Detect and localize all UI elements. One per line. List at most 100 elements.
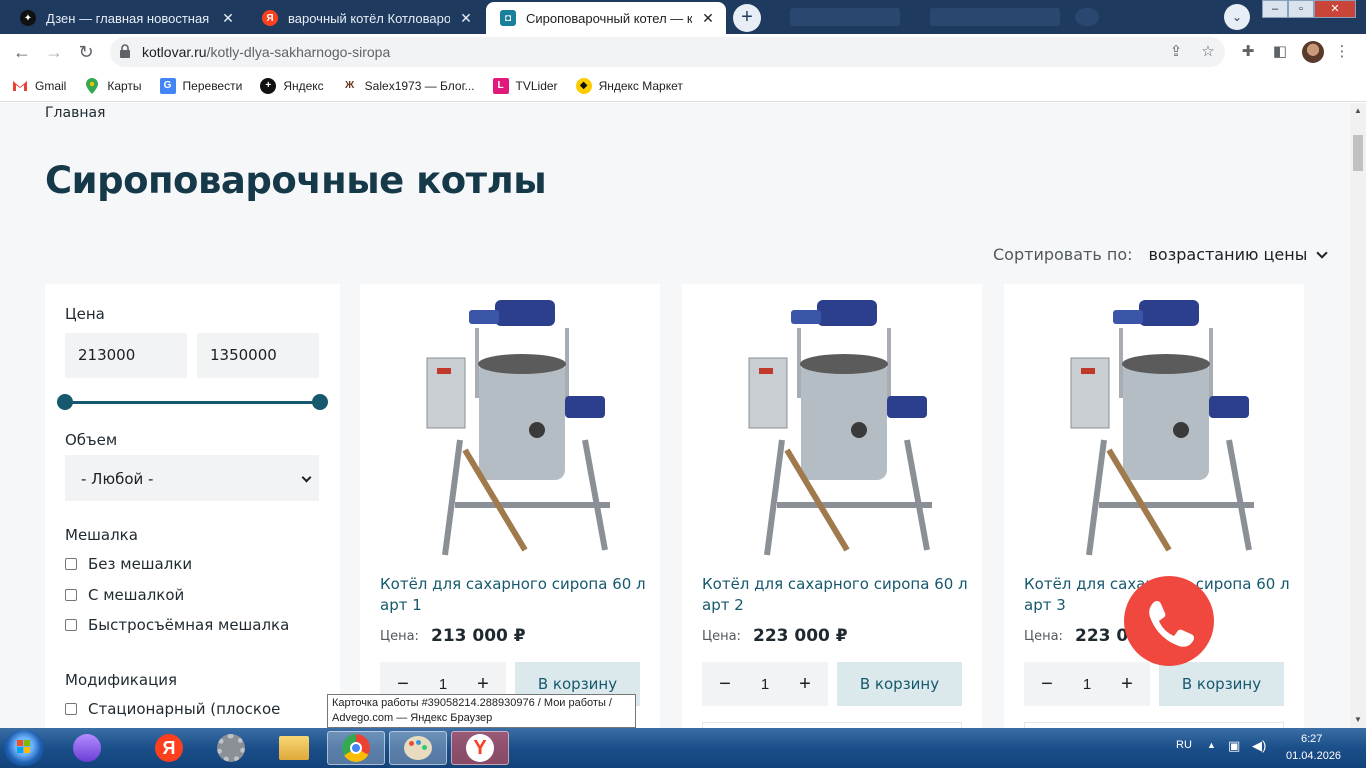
tab-kotlovar[interactable]: ◘ Сироповарочный котел — купи ✕ xyxy=(486,2,726,34)
bookmark-blog[interactable]: Ж Salex1973 — Блог... xyxy=(342,78,474,94)
windows-logo-icon xyxy=(17,740,30,753)
add-to-cart-button[interactable]: В корзину xyxy=(1159,662,1284,706)
product-image[interactable] xyxy=(1049,300,1259,570)
start-button[interactable] xyxy=(4,730,44,766)
quantity-value[interactable]: 1 xyxy=(1083,676,1091,693)
scroll-down-arrow[interactable]: ▼ xyxy=(1350,712,1366,728)
window-close-button[interactable]: ✕ xyxy=(1314,0,1356,18)
minus-icon[interactable]: − xyxy=(716,673,734,696)
close-icon[interactable]: ✕ xyxy=(220,10,236,27)
taskbar-alice[interactable] xyxy=(58,731,116,765)
yandex-plus-icon: + xyxy=(260,77,277,94)
gear-icon xyxy=(217,734,245,762)
minus-icon[interactable]: − xyxy=(1038,673,1056,696)
bookmark-tvlider[interactable]: L TVLider xyxy=(492,77,558,94)
close-icon[interactable]: ✕ xyxy=(700,10,716,27)
plus-icon[interactable]: + xyxy=(1118,673,1136,696)
bookmark-market[interactable]: ◆ Яндекс Маркет xyxy=(575,77,683,94)
price-label: Цена: xyxy=(380,629,419,644)
chrome-icon xyxy=(342,734,370,762)
price-max-input[interactable]: 1350000 xyxy=(197,333,319,378)
sort-value[interactable]: возрастанию цены xyxy=(1149,245,1308,264)
forward-button[interactable]: → xyxy=(40,38,68,66)
background-window-ghost xyxy=(930,8,1060,26)
address-bar[interactable]: kotlovar.ru/kotly-dlya-sakharnogo-siropa… xyxy=(110,37,1225,67)
browser-toolbar: ← → ↻ kotlovar.ru/kotly-dlya-sakharnogo-… xyxy=(0,34,1366,70)
quantity-stepper: − 1 + xyxy=(702,662,828,706)
quantity-value[interactable]: 1 xyxy=(761,676,769,693)
scroll-up-arrow[interactable]: ▲ xyxy=(1350,103,1366,119)
callback-button[interactable] xyxy=(1124,576,1214,666)
modification-option-stationary[interactable]: Стационарный (плоское xyxy=(65,700,280,718)
taskbar-explorer[interactable] xyxy=(265,731,323,765)
checkbox[interactable] xyxy=(65,589,77,601)
taskbar-yandex[interactable]: Я xyxy=(140,731,198,765)
bookmark-gmail[interactable]: Gmail xyxy=(12,78,66,94)
bookmark-yandex[interactable]: + Яндекс xyxy=(260,77,324,94)
sort-control[interactable]: Сортировать по: возрастанию цены xyxy=(993,245,1329,264)
yandex-icon: Я xyxy=(262,10,278,26)
side-panel-icon[interactable]: ◧ xyxy=(1270,42,1290,62)
price-min-handle[interactable] xyxy=(57,394,73,410)
product-image[interactable] xyxy=(727,300,937,570)
taskbar-yandex-browser[interactable]: Y xyxy=(451,731,509,765)
scrollbar-thumb[interactable] xyxy=(1353,135,1363,171)
tab-yandex-search[interactable]: Я варочный котёл Котловаров — ✕ xyxy=(248,2,484,34)
clock-time[interactable]: 6:27 xyxy=(1301,733,1322,745)
taskbar-paint[interactable] xyxy=(389,731,447,765)
volume-icon[interactable]: ◀) xyxy=(1252,738,1266,754)
page-scrollbar[interactable]: ▲ ▼ xyxy=(1350,103,1366,728)
plus-icon[interactable]: + xyxy=(796,673,814,696)
mixer-option-with[interactable]: С мешалкой xyxy=(65,586,184,604)
filter-panel: Цена 213000 1350000 Объем - Любой - Меша… xyxy=(45,284,340,728)
clock-date[interactable]: 01.04.2026 xyxy=(1286,750,1341,762)
tab-title: Дзен — главная новостная инф xyxy=(46,10,212,26)
product-name[interactable]: Котёл для сахарного сиропа 60 л арт 2 xyxy=(702,574,972,616)
back-button[interactable]: ← xyxy=(8,38,36,66)
bookmark-maps[interactable]: Карты xyxy=(84,77,142,94)
bookmarks-bar: Gmail Карты G Перевести + Яндекс Ж Salex… xyxy=(0,70,1366,102)
checkbox[interactable] xyxy=(65,703,77,715)
tab-dzen[interactable]: ✦ Дзен — главная новостная инф ✕ xyxy=(6,2,246,34)
checkbox[interactable] xyxy=(65,558,77,570)
site-icon: ◘ xyxy=(500,10,516,26)
translate-icon: G xyxy=(159,77,176,94)
tray-expand-icon[interactable]: ▲ xyxy=(1207,740,1216,750)
plus-icon[interactable]: + xyxy=(474,673,492,696)
product-image[interactable] xyxy=(405,300,615,570)
taskbar-settings[interactable] xyxy=(202,731,260,765)
new-tab-button[interactable]: + xyxy=(733,4,761,32)
share-icon[interactable]: ⇪ xyxy=(1166,42,1186,62)
add-to-cart-button[interactable]: В корзину xyxy=(837,662,962,706)
checkbox[interactable] xyxy=(65,619,77,631)
quantity-value[interactable]: 1 xyxy=(439,676,447,693)
breadcrumb[interactable]: Главная xyxy=(45,105,105,121)
maximize-button[interactable]: ▫ xyxy=(1288,0,1314,18)
page-title: Сироповарочные котлы xyxy=(45,159,547,202)
price-min-input[interactable]: 213000 xyxy=(65,333,187,378)
mixer-option-removable[interactable]: Быстросъёмная мешалка xyxy=(65,616,289,634)
tvlider-icon: L xyxy=(492,77,509,94)
menu-icon[interactable]: ⋮ xyxy=(1332,42,1352,62)
gmail-icon xyxy=(12,78,28,94)
extensions-icon[interactable]: ✚ xyxy=(1238,42,1258,62)
product-name[interactable]: Котёл для сахарного сиропа 60 л арт 1 xyxy=(380,574,650,616)
product-price: 223 000 ₽ xyxy=(753,626,848,646)
close-icon[interactable]: ✕ xyxy=(458,10,474,27)
language-indicator[interactable]: RU xyxy=(1176,739,1192,751)
minimize-button[interactable]: – xyxy=(1262,0,1288,18)
bookmark-translate[interactable]: G Перевести xyxy=(159,77,242,94)
tab-search-button[interactable]: ⌄ xyxy=(1224,4,1250,30)
profile-avatar[interactable] xyxy=(1302,41,1324,63)
reload-button[interactable]: ↻ xyxy=(72,38,100,66)
market-icon: ◆ xyxy=(575,77,592,94)
minus-icon[interactable]: − xyxy=(394,673,412,696)
tray-app-icon[interactable]: ▣ xyxy=(1228,738,1240,754)
price-max-handle[interactable] xyxy=(312,394,328,410)
mixer-option-none[interactable]: Без мешалки xyxy=(65,555,192,573)
taskbar-chrome[interactable] xyxy=(327,731,385,765)
tooltip-line: Карточка работы #39058214.288930976 / Мо… xyxy=(332,697,612,709)
sort-label: Сортировать по: xyxy=(993,245,1133,264)
bookmark-star-icon[interactable]: ☆ xyxy=(1198,42,1218,62)
volume-select[interactable]: - Любой - xyxy=(65,455,319,501)
